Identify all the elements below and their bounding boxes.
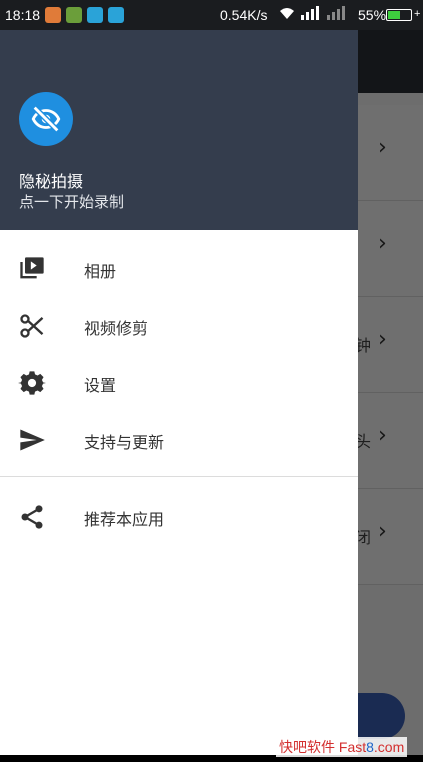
cellular-signal-icon [327,6,345,20]
menu-item-label: 相册 [84,262,117,281]
menu-item-label: 推荐本应用 [84,510,165,529]
app-notification-icon [66,7,82,23]
battery-percent: 55% [358,7,387,23]
battery-level [388,11,400,19]
menu-item-album[interactable]: 相册 [0,240,358,296]
menu-item-settings[interactable]: 设置 [0,354,358,410]
gear-icon [18,371,46,395]
charging-icon: + [414,8,421,20]
network-speed: 0.54K/s [220,7,268,23]
watermark-prefix: 快吧软件 Fast [279,739,367,755]
navigation-drawer: 隐秘拍摄 点一下开始录制 相册 视频修剪 设置 支持与更新 推荐本应用 [0,30,358,755]
site-watermark: 快吧软件 Fast8.com [276,737,408,757]
scissors-icon [20,314,44,338]
menu-item-label: 支持与更新 [84,433,165,452]
menu-item-share[interactable]: 推荐本应用 [0,488,358,544]
status-bar: 18:18 0.54K/s 55% + [0,0,423,30]
menu-divider [0,476,358,477]
signal-icons [278,5,348,21]
notification-icons [45,7,124,23]
menu-item-label: 视频修剪 [84,319,149,338]
eye-off-icon [31,105,61,133]
send-icon [20,429,45,451]
menu-item-video-trim[interactable]: 视频修剪 [0,297,358,353]
menu-item-support[interactable]: 支持与更新 [0,411,358,467]
watermark-number: 8 [366,739,374,755]
wifi-icon [280,8,294,19]
app-notification-icon [87,7,103,23]
share-icon [21,505,43,529]
drawer-header: 隐秘拍摄 点一下开始录制 [0,30,358,230]
battery-icon [386,9,412,21]
video-library-icon [20,257,44,279]
watermark-suffix: .com [373,739,405,755]
app-notification-icon [45,7,61,23]
status-time: 18:18 [5,7,41,23]
drawer-title: 隐秘拍摄 [19,172,84,191]
menu-item-label: 设置 [84,376,117,395]
app-notification-icon [108,7,124,23]
cellular-signal-icon [301,6,319,20]
drawer-subtitle: 点一下开始录制 [19,193,125,211]
app-logo [19,92,73,146]
